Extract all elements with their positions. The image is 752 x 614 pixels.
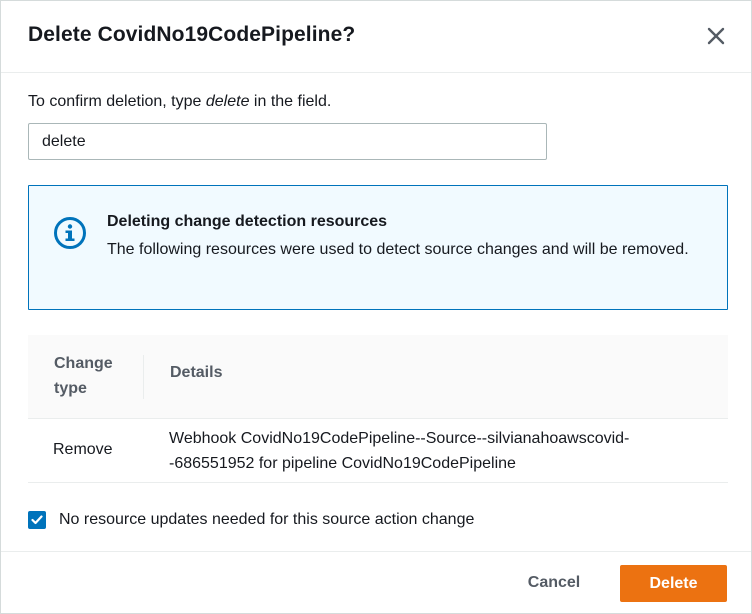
cell-change-type: Remove	[53, 441, 113, 458]
cell-details: Webhook CovidNo19CodePipeline--Source--s…	[169, 430, 630, 472]
no-updates-checkbox-label[interactable]: No resource updates needed for this sour…	[59, 511, 474, 529]
close-icon	[707, 27, 725, 45]
confirm-prompt-before: To confirm deletion, type	[28, 93, 206, 110]
alert-body: The following resources were used to det…	[107, 241, 689, 258]
cancel-button[interactable]: Cancel	[511, 565, 597, 601]
info-alert: Deleting change detection resources The …	[28, 185, 728, 310]
dialog-title: Delete CovidNo19CodePipeline?	[28, 23, 356, 46]
table-row: Remove Webhook CovidNo19CodePipeline--So…	[28, 419, 728, 483]
alert-title: Deleting change detection resources	[107, 213, 388, 230]
dialog-header: Delete CovidNo19CodePipeline?	[1, 1, 751, 73]
confirm-delete-input[interactable]	[28, 123, 547, 160]
column-header-details: Details	[170, 364, 223, 381]
checkmark-icon	[31, 515, 43, 525]
table-header: Change type Details	[28, 335, 728, 419]
info-icon	[54, 217, 86, 249]
confirm-prompt: To confirm deletion, type delete in the …	[28, 93, 331, 111]
resources-table: Change type Details Remove Webhook Covid…	[28, 335, 728, 483]
no-updates-checkbox-row: No resource updates needed for this sour…	[28, 509, 474, 531]
close-button[interactable]	[701, 21, 731, 51]
column-header-change-type: Change type	[54, 355, 113, 397]
no-updates-checkbox[interactable]	[28, 511, 46, 529]
confirm-prompt-keyword: delete	[205, 93, 250, 110]
column-divider	[143, 355, 144, 399]
delete-button[interactable]: Delete	[620, 565, 727, 602]
dialog-footer: Cancel Delete	[1, 551, 751, 613]
confirm-prompt-after: in the field.	[249, 93, 332, 110]
delete-pipeline-dialog: Delete CovidNo19CodePipeline? To confirm…	[0, 0, 752, 614]
